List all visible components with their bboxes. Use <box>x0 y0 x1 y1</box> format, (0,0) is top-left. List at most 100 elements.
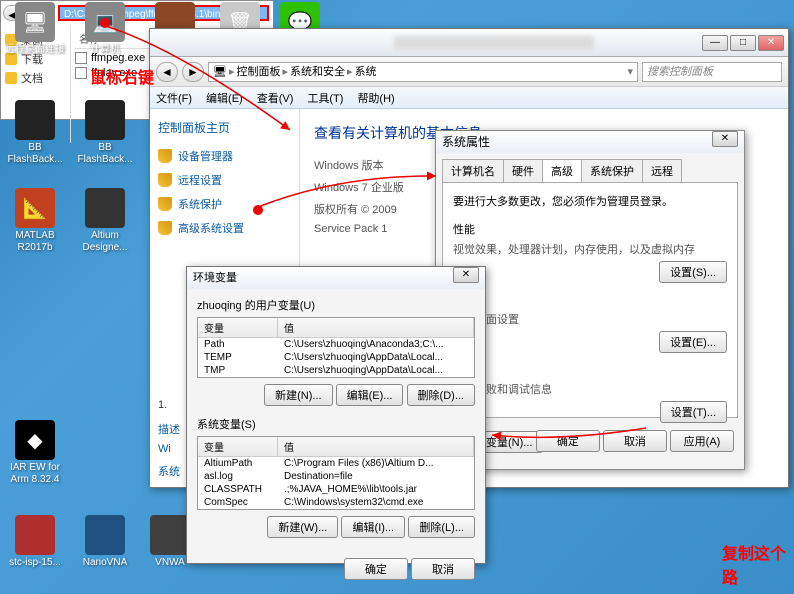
col-name[interactable]: 变量 <box>198 318 278 337</box>
sys-new-button[interactable]: 新建(W)... <box>267 516 338 538</box>
sidebar-link-advanced[interactable]: 高级系统设置 <box>158 220 291 236</box>
tab-advanced[interactable]: 高级 <box>542 159 582 182</box>
stcisp-icon <box>15 515 55 555</box>
var-row[interactable]: asl.logDestination=file <box>198 470 474 483</box>
menu-tools[interactable]: 工具(T) <box>307 90 343 106</box>
sidebar-link-protection[interactable]: 系统保护 <box>158 196 291 212</box>
col-value[interactable]: 值 <box>278 437 474 456</box>
info-row: 版权所有 © 2009 <box>314 201 424 217</box>
profile-section-title: 件 <box>453 291 727 307</box>
minimize-button[interactable]: — <box>702 35 728 51</box>
desktop-icon-bb2[interactable]: BB FlashBack... <box>75 100 135 166</box>
iar-icon: ◆ <box>15 420 55 460</box>
cp-titlebar[interactable]: — □ ✕ <box>150 29 788 57</box>
sys-edit-button[interactable]: 编辑(I)... <box>341 516 405 538</box>
var-row[interactable]: TMPC:\Users\zhuoqing\AppData\Local... <box>198 364 474 377</box>
var-row[interactable]: TEMPC:\Users\zhuoqing\AppData\Local... <box>198 351 474 364</box>
fragment: 1. <box>158 399 167 411</box>
cancel-button[interactable]: 取消 <box>603 430 667 452</box>
desktop-icon-altium[interactable]: Altium Designe... <box>75 188 135 254</box>
desktop-icon-iar[interactable]: ◆IAR EW for Arm 8.32.4 <box>5 420 65 486</box>
breadcrumb-item[interactable]: 系统 <box>355 63 377 81</box>
desktop-icon-stcisp[interactable]: stc-isp-15... <box>5 515 65 569</box>
sidebar-link-remote[interactable]: 远程设置 <box>158 172 291 188</box>
shield-icon <box>158 221 172 235</box>
breadcrumb-icon: 🖥 <box>213 63 227 81</box>
annotation-dot <box>100 18 110 28</box>
tab-protection[interactable]: 系统保护 <box>581 159 643 182</box>
profile-section-desc: 关的桌面设置 <box>453 311 727 327</box>
sidebar-header[interactable]: 控制面板主页 <box>158 119 291 136</box>
breadcrumb[interactable]: 🖥 ▸ 控制面板 ▸ 系统和安全 ▸ 系统 ▾ <box>208 62 638 82</box>
maximize-button[interactable]: □ <box>730 35 756 51</box>
startup-section-title: 恢复 <box>453 361 727 377</box>
menu-help[interactable]: 帮助(H) <box>357 90 394 106</box>
startup-settings-button[interactable]: 设置(T)... <box>660 401 727 423</box>
shield-icon <box>158 197 172 211</box>
desktop-icon-bb1[interactable]: BB FlashBack... <box>5 100 65 166</box>
desktop-icon-computer[interactable]: 💻计算机 <box>75 2 135 56</box>
ok-button[interactable]: 确定 <box>344 558 408 580</box>
nav-back-button[interactable]: ◄ <box>156 62 178 82</box>
menu-view[interactable]: 查看(V) <box>257 90 294 106</box>
var-row[interactable]: ComSpecC:\Windows\system32\cmd.exe <box>198 496 474 509</box>
matlab-icon: 📐 <box>15 188 55 228</box>
nanovna-icon <box>85 515 125 555</box>
ok-button[interactable]: 确定 <box>536 430 600 452</box>
col-value[interactable]: 值 <box>278 318 474 337</box>
flashback-icon <box>85 100 125 140</box>
breadcrumb-item[interactable]: 控制面板 <box>237 63 281 81</box>
close-button[interactable]: ✕ <box>712 131 738 147</box>
perf-section-desc: 视觉效果，处理器计划，内存使用，以及虚拟内存 <box>453 241 727 257</box>
user-new-button[interactable]: 新建(N)... <box>264 384 332 406</box>
user-delete-button[interactable]: 删除(D)... <box>407 384 475 406</box>
desktop-icon-rdp[interactable]: 🖥远程桌面连接 <box>5 2 65 56</box>
tab-remote[interactable]: 远程 <box>642 159 682 182</box>
sidebar-link-device-manager[interactable]: 设备管理器 <box>158 148 291 164</box>
desktop-icon-matlab[interactable]: 📐MATLAB R2017b <box>5 188 65 254</box>
menu-edit[interactable]: 编辑(E) <box>206 90 243 106</box>
perf-settings-button[interactable]: 设置(S)... <box>659 261 727 283</box>
annotation-copypath: 复制这个路 <box>722 540 794 588</box>
sys-vars-label: 系统变量(S) <box>197 416 475 432</box>
col-name[interactable]: 变量 <box>198 437 278 456</box>
folder-icon <box>5 72 17 84</box>
breadcrumb-item[interactable]: 系统和安全 <box>290 63 345 81</box>
user-vars-list[interactable]: 变量值 PathC:\Users\zhuoqing\Anaconda3;C:\.… <box>197 317 475 378</box>
fragment: 系统 <box>158 463 180 479</box>
close-button[interactable]: ✕ <box>453 267 479 283</box>
sysprops-titlebar[interactable]: 系统属性✕ <box>436 131 744 153</box>
var-row[interactable]: CLASSPATH.;%JAVA_HOME%\lib\tools.jar <box>198 483 474 496</box>
cp-title-blurred <box>394 36 594 50</box>
cp-navbar: ◄ ► 🖥 ▸ 控制面板 ▸ 系统和安全 ▸ 系统 ▾ 搜索控制面板 <box>150 57 788 87</box>
user-vars-label: zhuoqing 的用户变量(U) <box>197 297 475 313</box>
desktop-icon-nanovna[interactable]: NanoVNA <box>75 515 135 569</box>
sys-delete-button[interactable]: 删除(L)... <box>408 516 475 538</box>
nav-documents[interactable]: 文档 <box>5 70 66 86</box>
shield-icon <box>158 149 172 163</box>
search-input[interactable]: 搜索控制面板 <box>642 62 782 82</box>
apply-button[interactable]: 应用(A) <box>670 430 734 452</box>
close-button[interactable]: ✕ <box>758 35 784 51</box>
env-titlebar[interactable]: 环境变量✕ <box>187 267 485 289</box>
var-row[interactable]: AltiumPathC:\Program Files (x86)\Altium … <box>198 457 474 470</box>
tab-computername[interactable]: 计算机名 <box>442 159 504 182</box>
altium-icon <box>85 188 125 228</box>
vnwa-icon <box>150 515 190 555</box>
env-vars-dialog: 环境变量✕ zhuoqing 的用户变量(U) 变量值 PathC:\Users… <box>186 266 486 564</box>
sysprops-tabbody: 要进行大多数更改，您必须作为管理员登录。 性能 视觉效果，处理器计划，内存使用，… <box>442 182 738 418</box>
cp-menubar: 文件(F) 编辑(E) 查看(V) 工具(T) 帮助(H) <box>150 87 788 109</box>
var-row[interactable]: PathC:\Users\zhuoqing\Anaconda3;C:\... <box>198 338 474 351</box>
cancel-button[interactable]: 取消 <box>411 558 475 580</box>
profile-settings-button[interactable]: 设置(E)... <box>659 331 727 353</box>
startup-section-desc: 系统失败和调试信息 <box>453 381 727 397</box>
fragment: 描述 <box>158 421 180 437</box>
sys-vars-list[interactable]: 变量值 AltiumPathC:\Program Files (x86)\Alt… <box>197 436 475 510</box>
menu-file[interactable]: 文件(F) <box>156 90 192 106</box>
tab-hardware[interactable]: 硬件 <box>503 159 543 182</box>
exe-icon <box>75 67 87 79</box>
user-edit-button[interactable]: 编辑(E)... <box>336 384 404 406</box>
nav-fwd-button[interactable]: ► <box>182 62 204 82</box>
info-row: Windows 7 企业版 <box>314 179 424 195</box>
annotation-dot <box>253 205 263 215</box>
